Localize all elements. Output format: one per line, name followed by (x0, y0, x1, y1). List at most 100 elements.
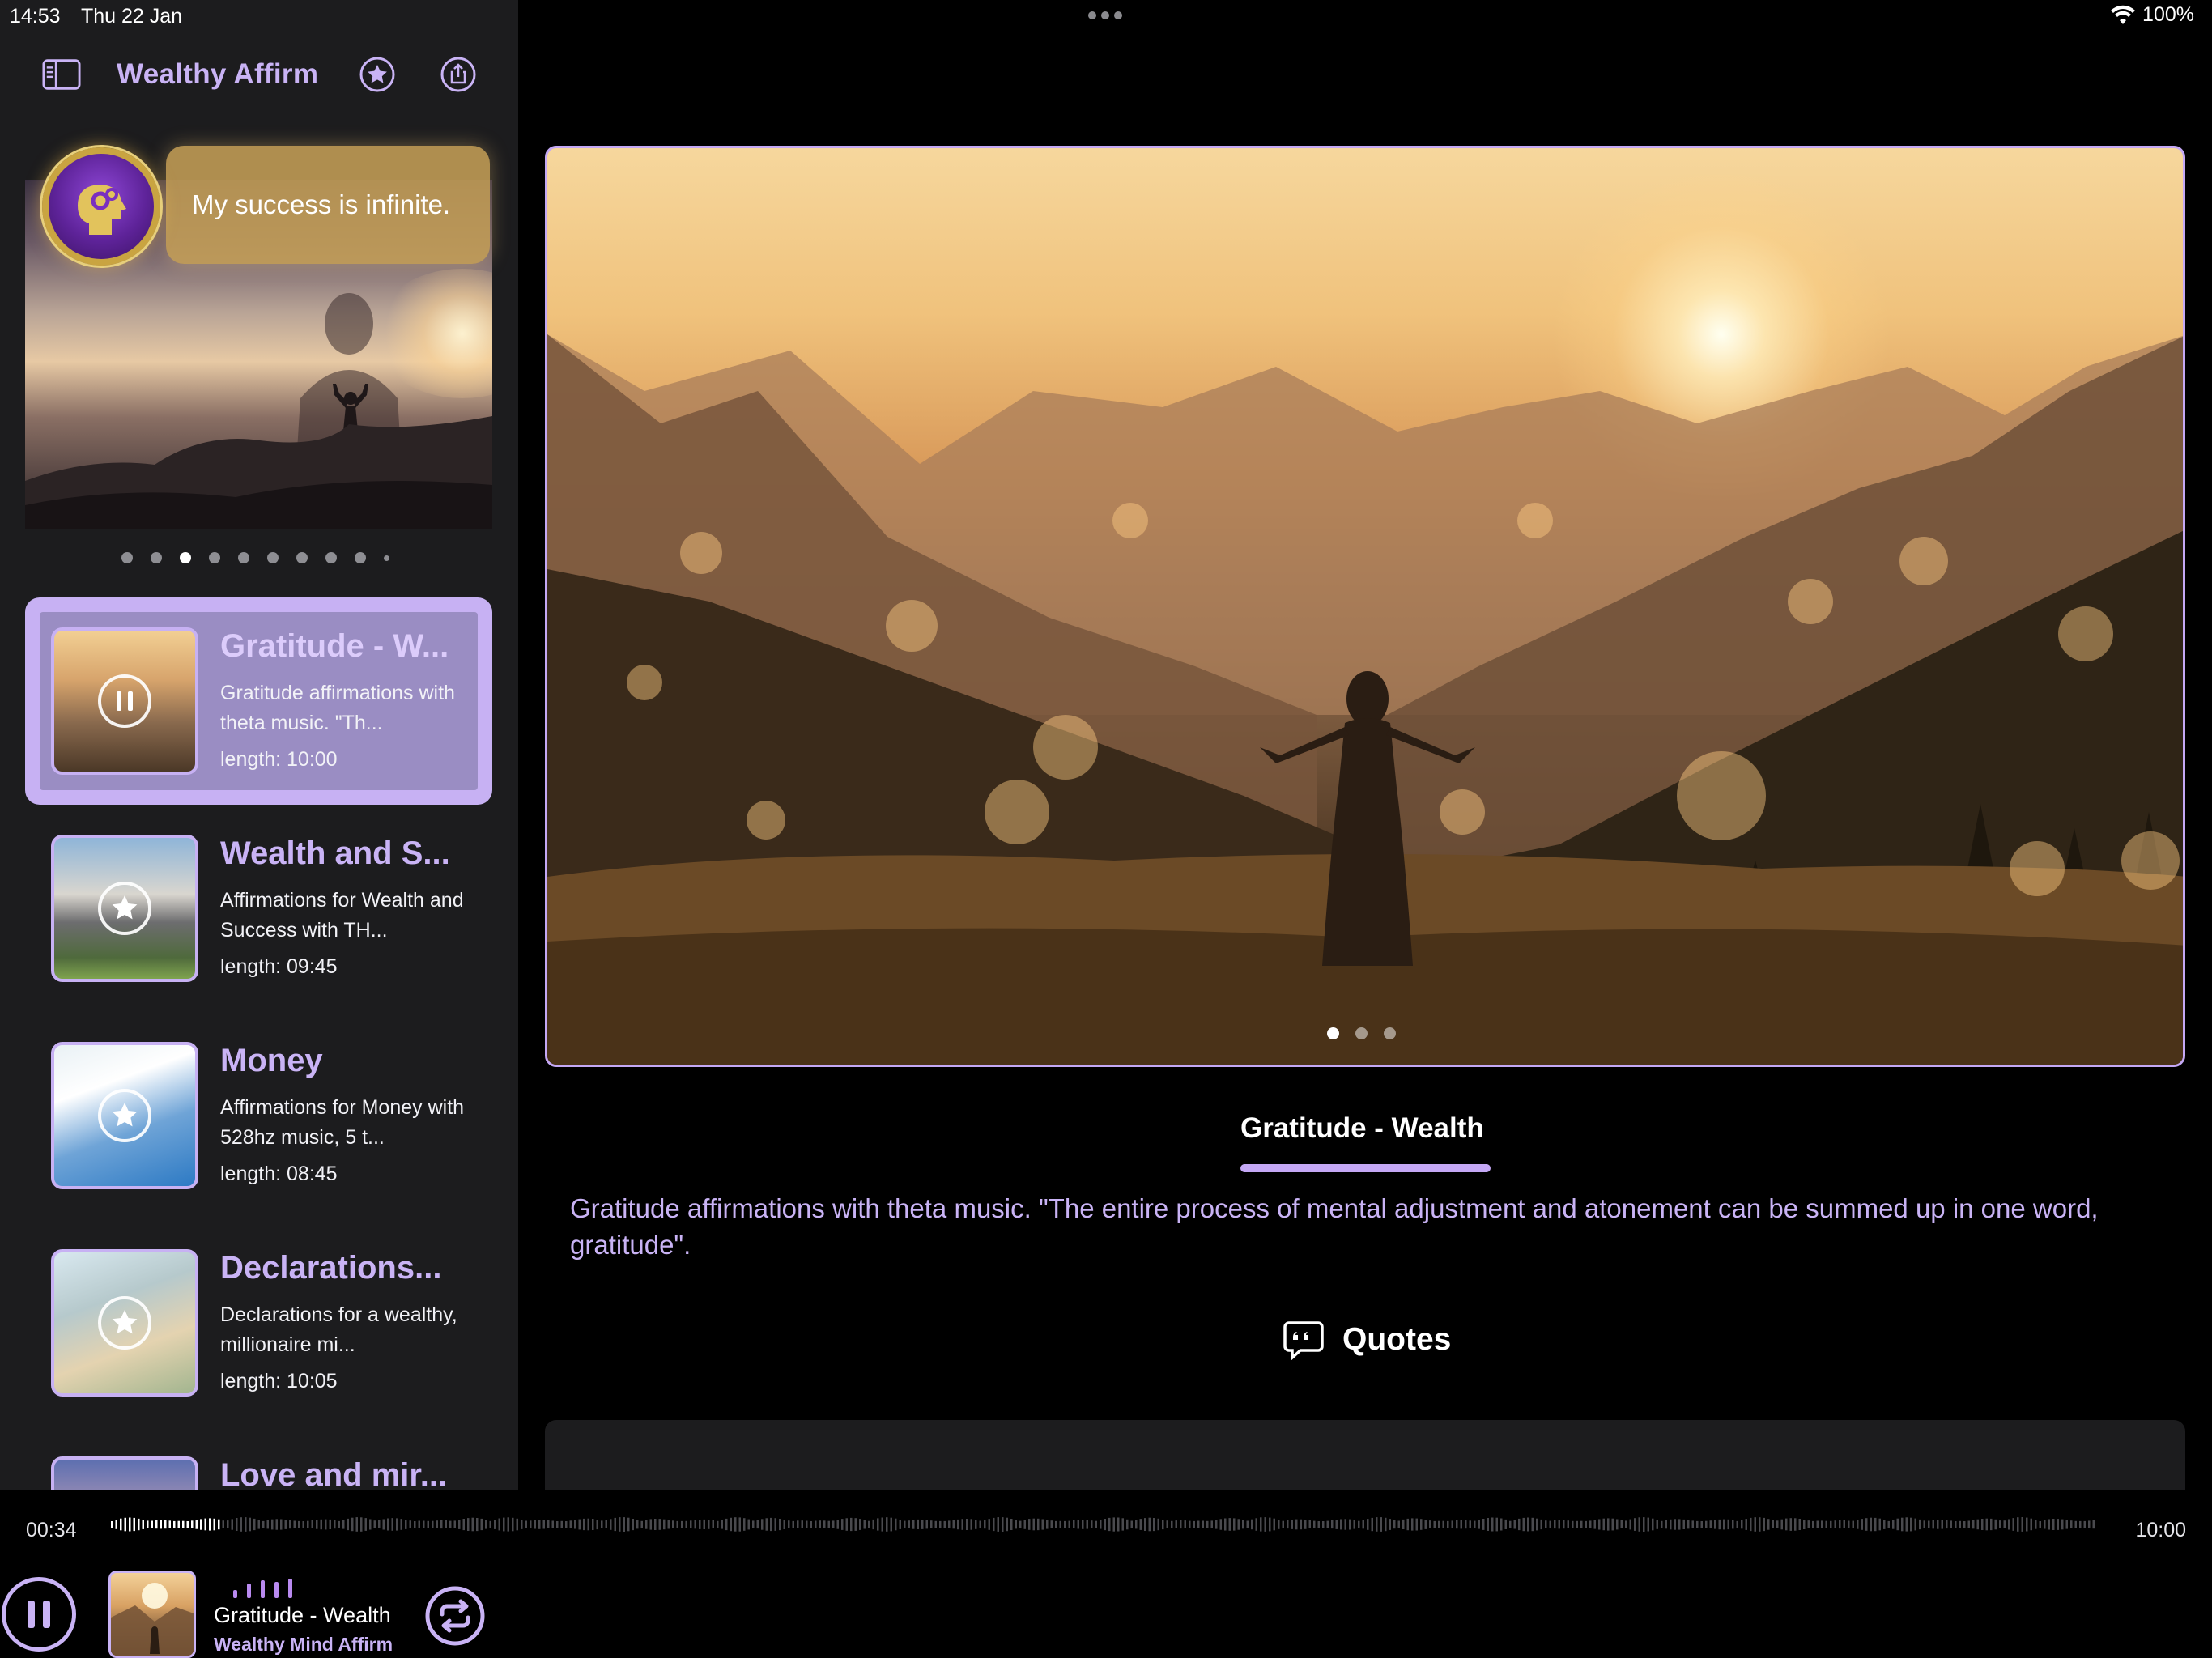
track-description: Gratitude affirmations with theta music.… (220, 682, 455, 734)
waveform-bar (1264, 1517, 1266, 1532)
waveform-bar (1625, 1520, 1627, 1528)
now-playing-artwork[interactable] (108, 1571, 196, 1658)
waveform-bar (2039, 1521, 2041, 1528)
waveform-bar (1002, 1517, 1004, 1532)
waveform-bar (236, 1518, 238, 1531)
waveform-bar (334, 1520, 336, 1529)
page-dot[interactable] (296, 552, 308, 563)
tab-title[interactable]: Gratitude - Wealth (1240, 1112, 1484, 1145)
star-icon[interactable] (98, 1296, 151, 1350)
waveform-bar-played (138, 1518, 140, 1531)
waveform-bar-played (177, 1520, 180, 1528)
waveform-bar (329, 1519, 331, 1529)
waveform-bar (569, 1520, 572, 1528)
waveform-bar-played (155, 1520, 158, 1529)
waveform-bar (734, 1517, 737, 1532)
pause-icon[interactable] (98, 674, 151, 728)
waveform-bar (436, 1520, 438, 1528)
featured-image-carousel[interactable] (545, 146, 2185, 1067)
star-icon[interactable] (98, 1089, 151, 1142)
pause-icon (28, 1601, 50, 1628)
status-date: Thu 22 Jan (81, 5, 183, 28)
multitask-dots-icon[interactable] (1088, 11, 1122, 19)
waveform-bar (1825, 1520, 1827, 1528)
waveform-bar (890, 1517, 892, 1532)
waveform-bar (1643, 1517, 1645, 1532)
page-dot[interactable] (121, 552, 133, 563)
waveform-bar (445, 1520, 447, 1528)
waveform-bar (1950, 1520, 1952, 1528)
waveform-bar (1251, 1519, 1253, 1530)
quotes-section-header[interactable]: Quotes (1283, 1320, 1451, 1360)
waveform-bar (1019, 1520, 1022, 1528)
waveform-bar (934, 1520, 937, 1528)
page-dot[interactable] (325, 552, 337, 563)
waveform-bar (863, 1520, 866, 1529)
page-dot[interactable] (267, 552, 279, 563)
waveform-bar (774, 1518, 776, 1531)
waveform-bar (810, 1521, 812, 1528)
waveform-bar (1919, 1519, 1921, 1530)
waveform-bar (1696, 1520, 1699, 1528)
waveform-bar (1857, 1520, 1859, 1529)
pause-button[interactable] (2, 1577, 76, 1652)
waveform-bar (1322, 1521, 1325, 1528)
waveform-bar-played (204, 1518, 206, 1531)
page-dot[interactable] (384, 555, 389, 561)
waveform-bar (930, 1520, 933, 1528)
waveform-bar (382, 1519, 385, 1530)
share-button[interactable] (439, 55, 478, 94)
waveform-bar (1985, 1518, 1988, 1531)
carousel-dot[interactable] (1384, 1027, 1396, 1039)
waveform-bar (578, 1519, 581, 1530)
playback-waveform-scrubber[interactable] (111, 1512, 2099, 1537)
status-bar: 14:53 Thu 22 Jan 100% (0, 0, 2212, 34)
favorites-button[interactable] (358, 55, 397, 94)
waveform-bar (1865, 1518, 1868, 1531)
waveform-bar (917, 1519, 919, 1529)
waveform-bar (832, 1520, 835, 1528)
track-item-wealth[interactable]: Wealth and S... Affirmations for Wealth … (25, 805, 492, 1012)
waveform-bar (712, 1520, 714, 1528)
track-item-declarations[interactable]: Declarations... Declarations for a wealt… (25, 1219, 492, 1426)
waveform-bar (752, 1520, 755, 1528)
waveform-bar-played (115, 1520, 117, 1529)
waveform-bar (1171, 1520, 1173, 1528)
waveform-bar (1100, 1520, 1102, 1529)
waveform-bar (1589, 1520, 1592, 1528)
waveform-bar (480, 1518, 483, 1531)
waveform-bar (1772, 1520, 1774, 1528)
waveform-bar (1504, 1519, 1507, 1529)
page-dot[interactable] (238, 552, 249, 563)
hero-page-indicator[interactable] (121, 552, 389, 563)
carousel-dot[interactable] (1355, 1027, 1368, 1039)
track-length: length: 10:00 (220, 748, 338, 771)
waveform-bar (507, 1517, 509, 1532)
carousel-indicator[interactable] (1327, 1027, 1396, 1039)
track-item-gratitude[interactable]: Gratitude - W... Gratitude affirmations … (25, 597, 492, 805)
star-icon[interactable] (98, 882, 151, 935)
now-playing-artist: Wealthy Mind Affirm (214, 1634, 393, 1655)
waveform-bar (1518, 1518, 1521, 1531)
waveform-bar (2021, 1517, 2023, 1532)
carousel-dot-active[interactable] (1327, 1027, 1339, 1039)
waveform-bar (1130, 1520, 1133, 1528)
sidebar: Wealthy Affirm My success is infinite. G… (0, 0, 518, 1490)
waveform-bar (1046, 1520, 1049, 1529)
waveform-bar (925, 1520, 928, 1529)
waveform-bar (1812, 1520, 1814, 1528)
repeat-button[interactable] (424, 1585, 486, 1651)
track-item-money[interactable]: Money Affirmations for Money with 528hz … (25, 1012, 492, 1219)
sidebar-toggle-button[interactable] (42, 55, 81, 94)
waveform-bar (1807, 1520, 1810, 1528)
waveform-bar (708, 1520, 710, 1529)
waveform-bar (868, 1520, 870, 1528)
page-dot[interactable] (151, 552, 162, 563)
track-item-love[interactable]: Love and mir... (25, 1426, 492, 1490)
waveform-bar (761, 1519, 764, 1530)
waveform-bar (908, 1520, 910, 1528)
page-dot-active[interactable] (180, 552, 191, 563)
page-dot[interactable] (209, 552, 220, 563)
page-dot[interactable] (355, 552, 366, 563)
waveform-bar (988, 1519, 990, 1530)
